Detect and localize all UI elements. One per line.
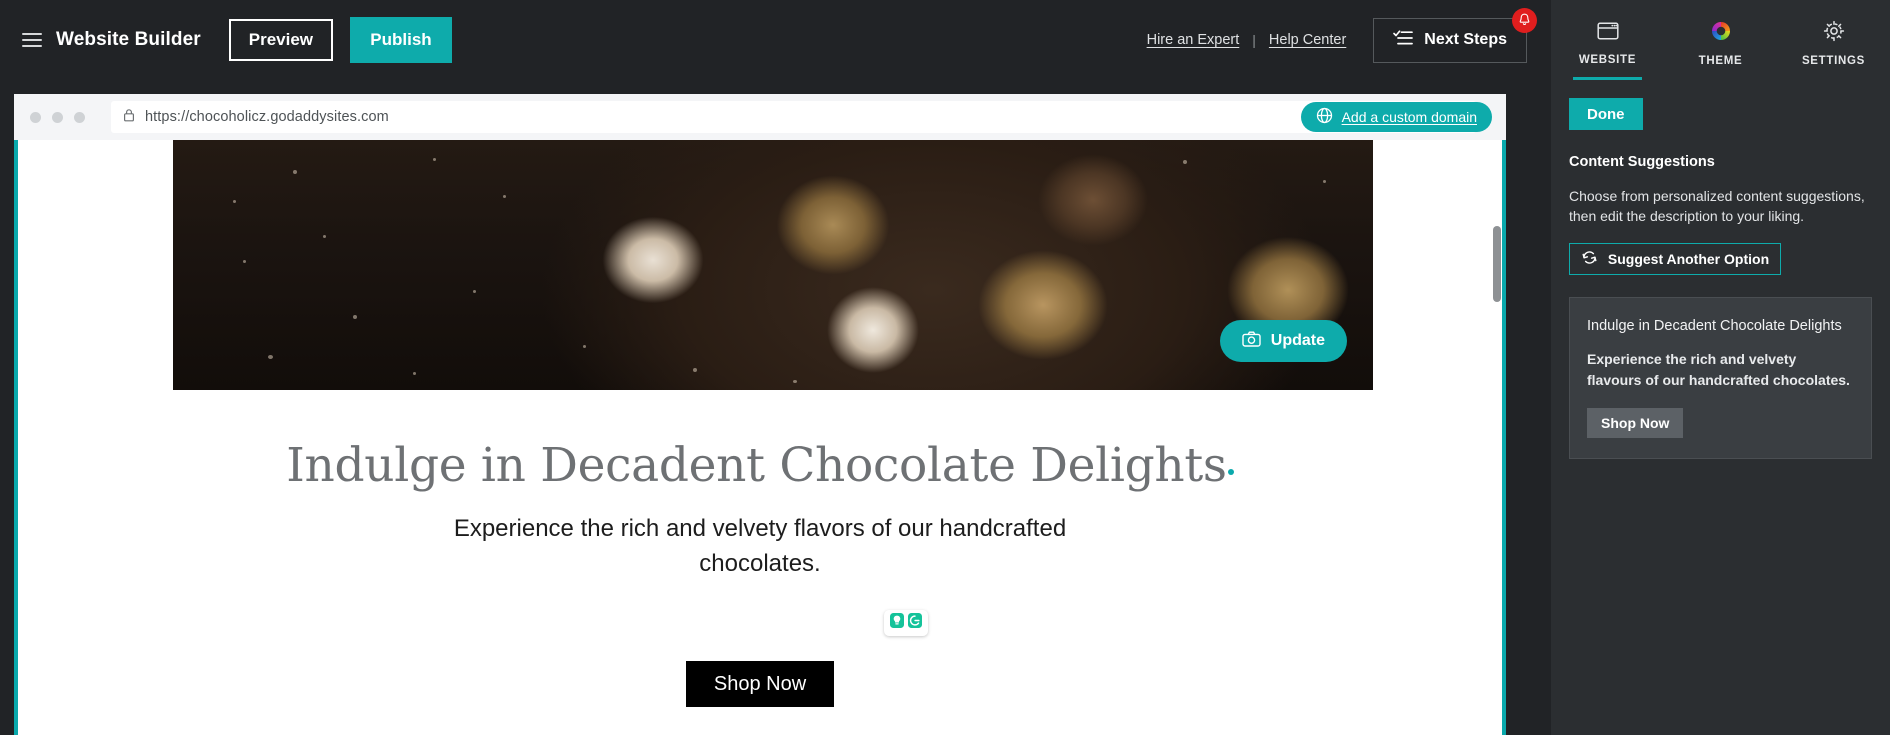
next-steps-button[interactable]: Next Steps: [1373, 7, 1537, 63]
next-steps-label: Next Steps: [1424, 31, 1507, 48]
right-side-panel: WEBSITE THEME SETTINGS Done Content Sugg…: [1551, 0, 1890, 735]
checklist-icon: [1393, 29, 1414, 52]
panel-tab-bar: WEBSITE THEME SETTINGS: [1551, 0, 1890, 80]
add-custom-domain-label: Add a custom domain: [1341, 109, 1477, 125]
browser-window-icon: [1596, 21, 1619, 46]
url-text: https://chocoholicz.godaddysites.com: [145, 109, 389, 125]
hero-image[interactable]: Update: [173, 140, 1373, 390]
text-cursor-indicator: [1227, 469, 1234, 475]
content-suggestions-description: Choose from personalized content suggest…: [1569, 188, 1865, 225]
hamburger-icon[interactable]: [22, 33, 42, 47]
tab-settings-label: SETTINGS: [1801, 54, 1866, 67]
grammarly-widget[interactable]: [884, 610, 928, 636]
site-heading-row[interactable]: Indulge in Decadent Chocolate Delights: [18, 438, 1502, 493]
tab-theme-label: THEME: [1698, 54, 1743, 67]
hire-an-expert-link[interactable]: Hire an Expert: [1147, 32, 1240, 48]
address-bar[interactable]: https://chocoholicz.godaddysites.com: [111, 101, 1476, 133]
publish-button[interactable]: Publish: [350, 17, 452, 63]
canvas-scrollbar[interactable]: [1492, 140, 1502, 735]
app-title: Website Builder: [56, 29, 201, 50]
website-builder-app: Website Builder Preview Publish Hire an …: [0, 0, 1890, 735]
suggest-another-option-button[interactable]: Suggest Another Option: [1569, 242, 1781, 275]
refresh-icon: [1581, 249, 1598, 269]
tab-website-label: WEBSITE: [1578, 53, 1637, 66]
tab-settings[interactable]: SETTINGS: [1777, 0, 1890, 80]
globe-icon: [1316, 107, 1333, 127]
tab-website[interactable]: WEBSITE: [1551, 0, 1664, 80]
top-bar-separator: |: [1252, 32, 1256, 48]
grammarly-logo-icon: [907, 612, 923, 634]
panel-body: Done Content Suggestions Choose from per…: [1551, 80, 1890, 459]
camera-icon: [1242, 331, 1261, 352]
published-site-area: Update Indulge in Decadent Chocolate Del…: [14, 140, 1506, 735]
preview-button[interactable]: Preview: [228, 19, 333, 61]
update-label: Update: [1270, 332, 1325, 349]
top-bar: Website Builder Preview Publish Hire an …: [0, 0, 1551, 80]
browser-chrome-bar: https://chocoholicz.godaddysites.com Add…: [14, 94, 1506, 140]
window-controls: [30, 111, 85, 123]
bell-icon[interactable]: [1512, 7, 1537, 33]
top-bar-right: Hire an Expert | Help Center Next Steps: [1147, 7, 1551, 63]
update-image-button[interactable]: Update: [1219, 320, 1347, 362]
suggestion-heading: Indulge in Decadent Chocolate Delights: [1587, 317, 1842, 334]
add-custom-domain-button[interactable]: Add a custom domain: [1300, 102, 1492, 132]
tab-theme[interactable]: THEME: [1664, 0, 1777, 80]
content-suggestion-card[interactable]: Indulge in Decadent Chocolate Delights E…: [1569, 296, 1872, 459]
site-preview-canvas: https://chocoholicz.godaddysites.com Add…: [14, 94, 1506, 735]
lightbulb-icon: [889, 612, 905, 634]
site-subheading[interactable]: Experience the rich and velvety flavors …: [430, 512, 1090, 582]
done-button[interactable]: Done: [1569, 98, 1643, 130]
help-center-link[interactable]: Help Center: [1269, 32, 1346, 48]
lock-icon: [123, 108, 135, 127]
color-wheel-icon: [1710, 20, 1732, 47]
site-heading-text: Indulge in Decadent Chocolate Delights: [286, 438, 1227, 493]
canvas-scrollbar-thumb[interactable]: [1493, 226, 1501, 302]
suggestion-cta-button[interactable]: Shop Now: [1587, 407, 1684, 438]
content-suggestions-title: Content Suggestions: [1569, 154, 1715, 170]
suggest-another-option-label: Suggest Another Option: [1607, 250, 1770, 267]
gear-icon: [1823, 20, 1845, 47]
suggestion-body: Experience the rich and velvety flavours…: [1587, 350, 1850, 388]
shop-now-button[interactable]: Shop Now: [686, 661, 834, 707]
